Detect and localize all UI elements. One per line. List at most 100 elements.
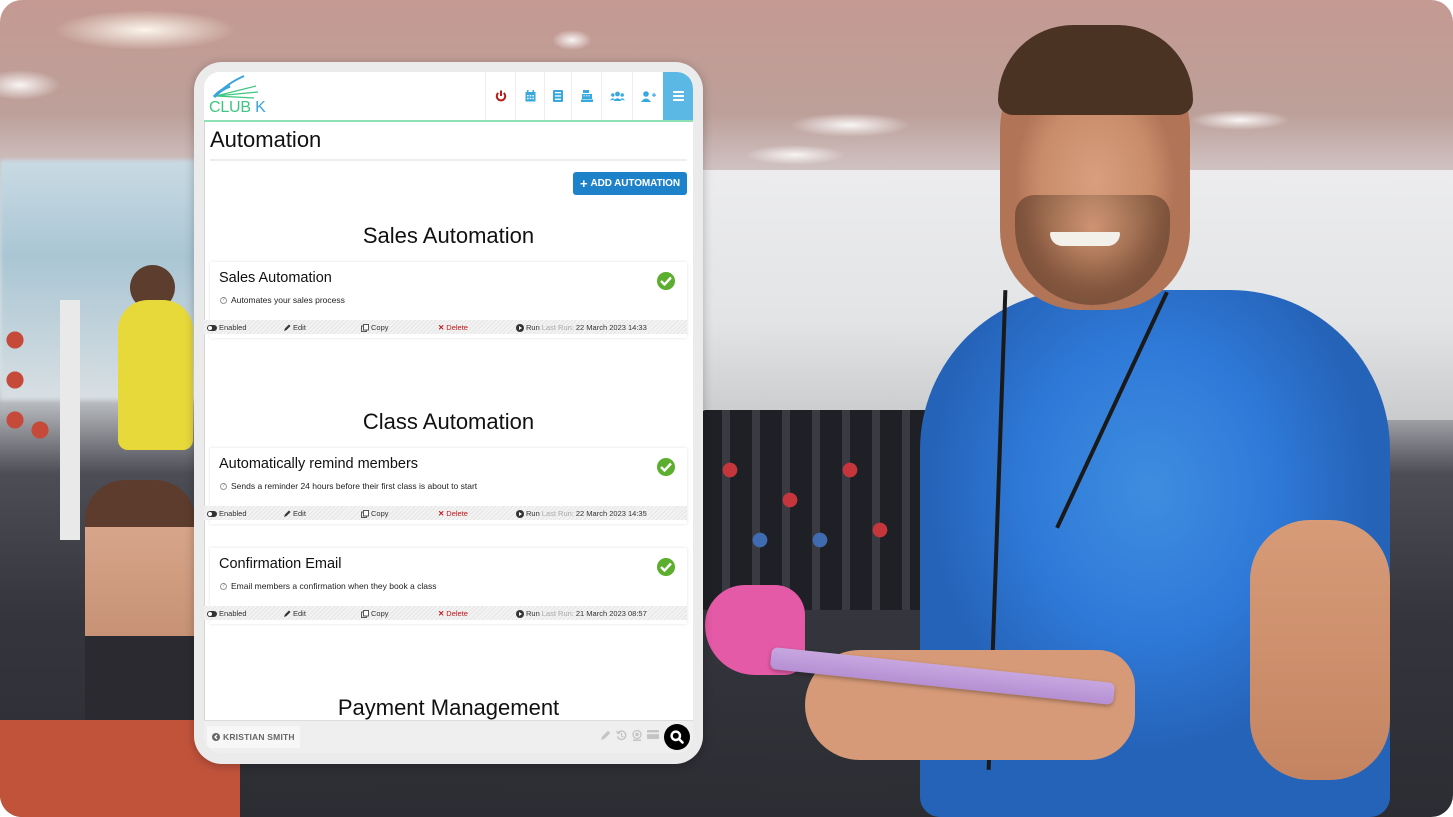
section-heading-class: Class Automation	[362, 409, 535, 434]
enabled-check-icon	[657, 558, 675, 576]
toggle-on-icon	[207, 510, 217, 517]
delete-button[interactable]: ✕ Delete	[438, 323, 468, 332]
enabled-check-icon	[657, 272, 675, 290]
gym-person-kneeling	[85, 480, 195, 740]
bottom-bar: KRISTIAN SMITH	[204, 720, 693, 753]
x-icon: ✕	[438, 509, 445, 518]
help-icon: ?	[220, 582, 227, 590]
logo-swoosh-icon	[212, 75, 259, 99]
copy-icon	[361, 323, 369, 332]
user-chip[interactable]: KRISTIAN SMITH	[207, 726, 300, 748]
x-icon: ✕	[438, 323, 445, 332]
back-circle-icon	[212, 733, 220, 741]
run-button[interactable]: Run Last Run: 22 March 2023 14:33	[516, 323, 647, 332]
calendar-button[interactable]	[515, 72, 544, 120]
edit-button[interactable]: Edit	[284, 609, 306, 618]
status-label: Enabled	[219, 609, 247, 618]
calendar-icon	[525, 90, 535, 102]
card-description: ? Email members a confirmation when they…	[220, 581, 437, 591]
run-button[interactable]: Run Last Run: 22 March 2023 14:35	[516, 509, 647, 518]
card-title[interactable]: Confirmation Email	[219, 556, 342, 572]
section-heading-sales: Sales Automation	[362, 223, 535, 248]
delete-label: Delete	[446, 509, 468, 518]
run-label: Run	[526, 609, 540, 618]
members-button[interactable]	[601, 72, 632, 120]
tool-icons	[601, 730, 659, 741]
trainer-hair	[998, 25, 1193, 115]
card-title[interactable]: Automatically remind members	[219, 456, 418, 472]
card-title[interactable]: Sales Automation	[219, 270, 332, 286]
power-icon	[495, 90, 506, 102]
run-label: Run	[526, 323, 540, 332]
last-run-value: 22 March 2023 14:33	[575, 323, 647, 332]
copy-button[interactable]: Copy	[361, 609, 389, 618]
add-user-icon	[640, 90, 656, 102]
help-icon: ?	[220, 482, 227, 490]
trainer-smile	[1050, 232, 1120, 246]
cash-register-icon	[580, 90, 593, 102]
edit-label: Edit	[293, 609, 306, 618]
status-label: Enabled	[219, 323, 247, 332]
search-icon	[670, 730, 684, 744]
card-description-text: Automates your sales process	[231, 295, 345, 305]
toggle-enabled[interactable]: Enabled	[207, 323, 247, 332]
section-heading-payment: Payment Management	[337, 695, 560, 720]
search-button[interactable]	[664, 724, 690, 750]
edit-button[interactable]: Edit	[284, 509, 306, 518]
card-description: ? Automates your sales process	[220, 295, 345, 305]
last-run-label: Last Run:	[541, 609, 574, 618]
last-run-value: 21 March 2023 08:57	[575, 609, 647, 618]
play-circle-icon	[516, 609, 524, 618]
delete-button[interactable]: ✕ Delete	[438, 509, 468, 518]
pos-button[interactable]	[571, 72, 601, 120]
x-icon: ✕	[438, 609, 445, 618]
copy-icon	[361, 509, 369, 518]
add-automation-button[interactable]: + ADD AUTOMATION	[572, 172, 687, 195]
toggle-on-icon	[207, 610, 217, 617]
delete-label: Delete	[446, 323, 468, 332]
app-header: CLUB K	[204, 72, 693, 122]
run-button[interactable]: Run Last Run: 21 March 2023 08:57	[516, 609, 647, 618]
power-button[interactable]	[485, 72, 515, 120]
list-button[interactable]	[544, 72, 571, 120]
copy-button[interactable]: Copy	[361, 509, 389, 518]
plus-icon: +	[579, 175, 588, 191]
pencil-icon	[284, 610, 291, 617]
toggle-enabled[interactable]: Enabled	[207, 609, 247, 618]
club-k-logo[interactable]: CLUB K	[208, 74, 278, 118]
logo-text: CLUB K	[209, 100, 266, 116]
toggle-enabled[interactable]: Enabled	[207, 509, 247, 518]
logo-text-club: CLUB	[209, 99, 251, 116]
toggle-on-icon	[207, 324, 217, 331]
last-run-value: 22 March 2023 14:35	[575, 509, 647, 518]
automation-card: Sales Automation ? Automates your sales …	[204, 262, 687, 338]
webcam-icon[interactable]	[632, 730, 642, 741]
copy-icon	[361, 609, 369, 618]
copy-label: Copy	[371, 609, 389, 618]
users-icon	[609, 91, 625, 101]
card-icon[interactable]	[647, 730, 659, 739]
edit-button[interactable]: Edit	[284, 323, 306, 332]
card-actions: Enabled Edit Copy ✕ Delete Run Last Run:…	[204, 506, 687, 520]
gym-person	[118, 300, 193, 450]
pencil-icon[interactable]	[601, 730, 611, 740]
card-description-text: Email members a confirmation when they b…	[231, 581, 437, 591]
delete-label: Delete	[446, 609, 468, 618]
user-name: KRISTIAN SMITH	[223, 732, 295, 742]
card-actions: Enabled Edit Copy ✕ Delete Run Last Run:…	[204, 606, 687, 620]
delete-button[interactable]: ✕ Delete	[438, 609, 468, 618]
pencil-icon	[284, 324, 291, 331]
tablet-device-frame: CLUB K Automation + ADD AUTOMATION Sales…	[194, 62, 703, 764]
play-circle-icon	[516, 323, 524, 332]
page-title: Automation	[210, 127, 322, 152]
run-label: Run	[526, 509, 540, 518]
menu-button[interactable]	[663, 72, 693, 120]
automation-card: Automatically remind members ? Sends a r…	[204, 448, 687, 524]
enabled-check-icon	[657, 458, 675, 476]
add-member-button[interactable]	[632, 72, 663, 120]
app-screen: CLUB K Automation + ADD AUTOMATION Sales…	[204, 72, 693, 753]
history-icon[interactable]	[616, 730, 627, 741]
card-actions: Enabled Edit Copy ✕ Delete Run Last Run:…	[204, 320, 687, 334]
play-circle-icon	[516, 509, 524, 518]
copy-button[interactable]: Copy	[361, 323, 389, 332]
